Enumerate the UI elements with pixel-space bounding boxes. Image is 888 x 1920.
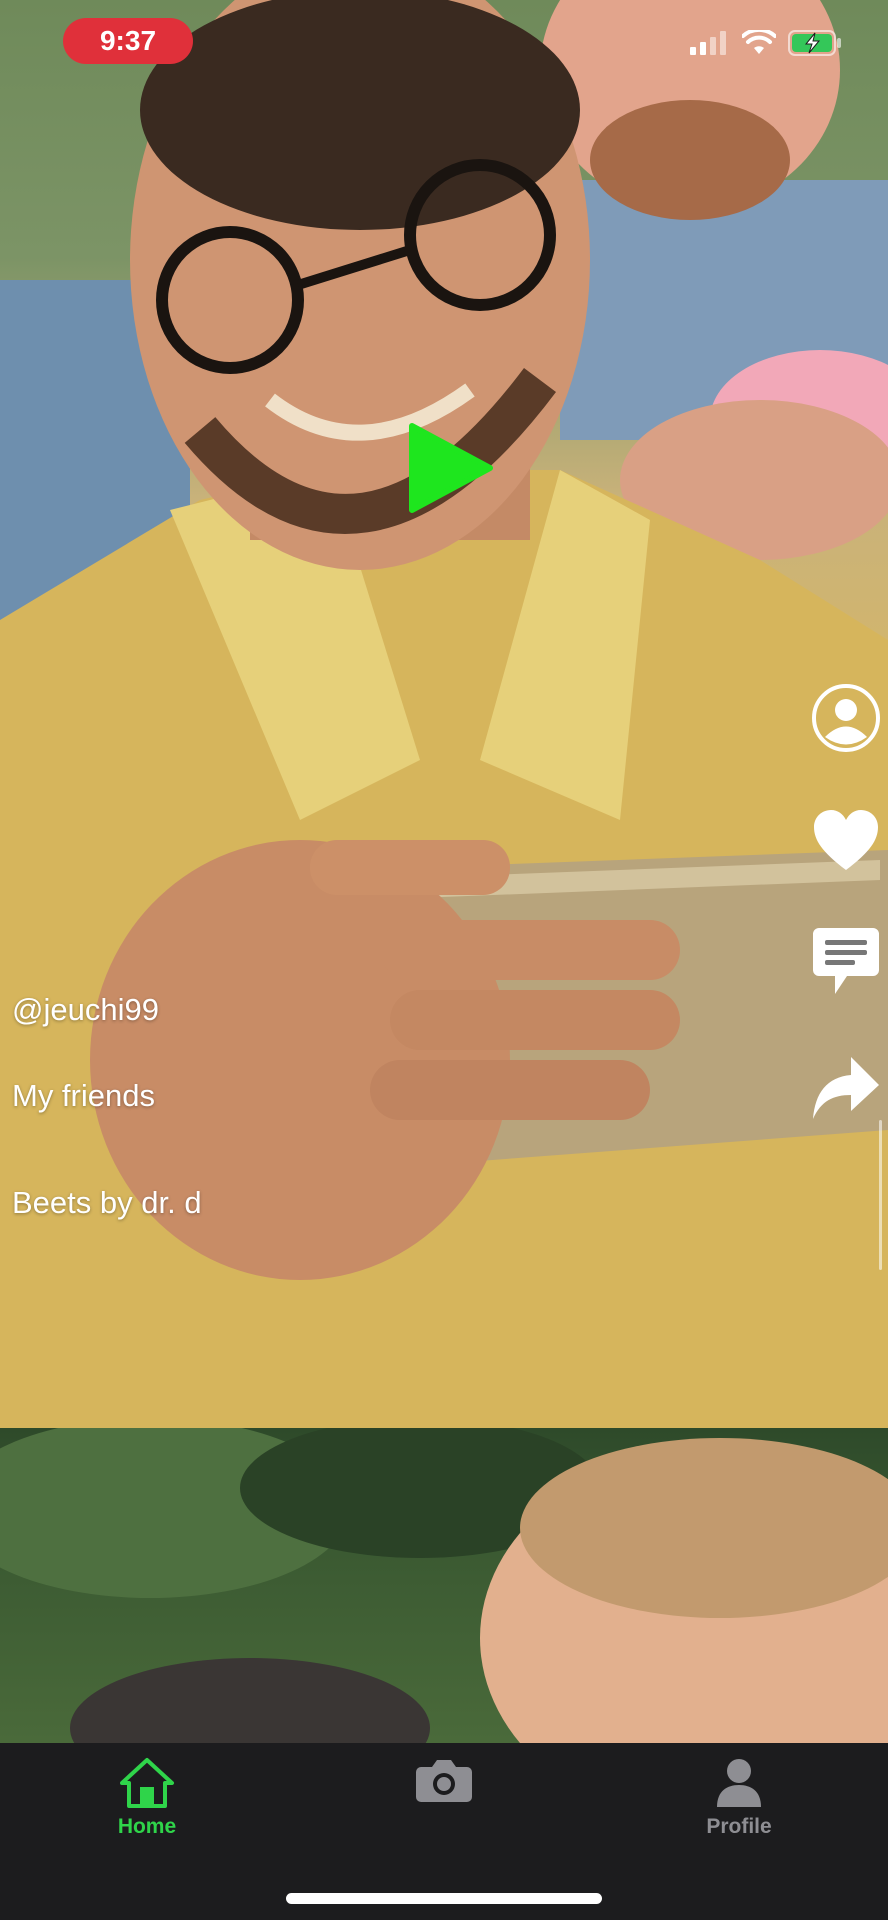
status-time: 9:37	[63, 18, 193, 64]
home-icon	[120, 1758, 174, 1808]
post-username[interactable]: @jeuchi99	[12, 992, 159, 1028]
play-icon	[409, 423, 493, 513]
home-indicator	[286, 1893, 602, 1904]
tab-home-label: Home	[117, 1815, 177, 1838]
scroll-indicator	[879, 1120, 882, 1270]
tab-profile[interactable]: Profile	[659, 1757, 819, 1839]
person-icon	[717, 1759, 761, 1807]
battery-charging-icon	[788, 30, 841, 56]
status-icons	[690, 30, 842, 56]
tab-profile-label: Profile	[706, 1815, 772, 1838]
post-caption: My friends	[12, 1078, 155, 1113]
share-icon	[813, 1057, 879, 1119]
comment-button[interactable]	[810, 926, 882, 998]
next-video-preview[interactable]	[0, 1428, 888, 1743]
heart-icon	[814, 810, 878, 870]
video-feed[interactable]	[0, 0, 888, 1743]
cellular-signal-icon	[690, 31, 726, 55]
profile-icon	[812, 684, 880, 752]
next-video-frame-image	[0, 1428, 888, 1743]
tab-home[interactable]: Home	[67, 1757, 227, 1839]
post-music[interactable]: Beets by dr. d	[12, 1185, 202, 1221]
status-bar: 9:37	[0, 0, 888, 84]
play-button[interactable]	[402, 420, 498, 516]
like-button[interactable]	[810, 804, 882, 876]
tab-camera[interactable]	[364, 1757, 524, 1809]
share-button[interactable]	[810, 1052, 882, 1124]
comment-icon	[813, 928, 879, 994]
camera-icon	[416, 1760, 472, 1802]
creator-profile-button[interactable]	[810, 682, 882, 754]
wifi-icon	[742, 30, 776, 54]
